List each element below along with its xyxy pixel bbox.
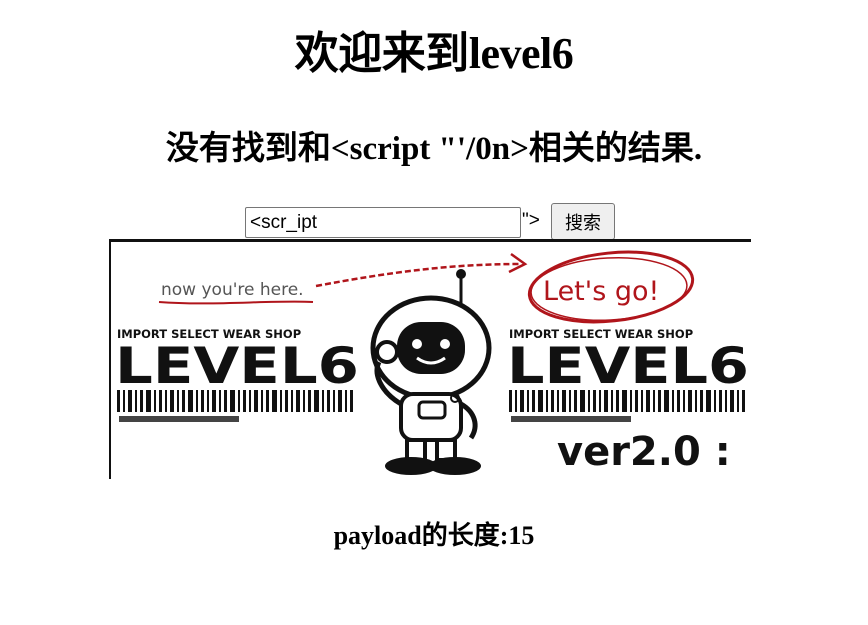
search-input[interactable]	[245, 207, 521, 238]
astronaut-mascot-icon	[370, 269, 492, 475]
annotation-left: now you're here.	[161, 280, 304, 300]
version-text: ver2.0 :	[557, 429, 731, 475]
stray-markup-text: ">	[522, 210, 540, 231]
payload-length-text: payload的长度:15	[333, 521, 535, 550]
level-text-left: LEVEL6	[115, 337, 359, 395]
level6-banner-image: now you're here. Let's go! IMPORT SELECT…	[109, 239, 751, 479]
search-form: "> 搜索	[0, 202, 868, 240]
page-title: 欢迎来到level6	[294, 29, 574, 78]
arrow-icon	[315, 262, 522, 288]
search-button[interactable]: 搜索	[551, 203, 615, 240]
annotation-right: Let's go!	[543, 276, 659, 307]
search-result-message: 没有找到和<script "'/0n>相关的结果.	[165, 131, 703, 167]
level-text-right: LEVEL6	[507, 337, 749, 395]
